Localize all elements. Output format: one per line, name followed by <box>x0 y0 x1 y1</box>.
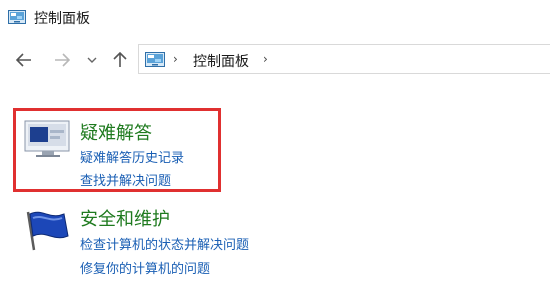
control-panel-icon <box>145 52 165 67</box>
breadcrumb-control-panel[interactable]: 控制面板 <box>193 51 249 71</box>
breadcrumb-separator-icon[interactable]: › <box>263 52 268 66</box>
chevron-down-icon[interactable] <box>84 50 100 70</box>
breadcrumb-separator-icon[interactable]: › <box>173 52 178 66</box>
troubleshooting-history-link[interactable]: 疑难解答历史记录 <box>80 147 184 166</box>
address-bar[interactable]: › 控制面板 › <box>138 44 550 74</box>
window-title: 控制面板 <box>34 11 90 27</box>
check-computer-status-link[interactable]: 检查计算机的状态并解决问题 <box>80 234 249 253</box>
security-flag-icon[interactable] <box>24 208 70 256</box>
find-and-fix-problems-link[interactable]: 查找并解决问题 <box>80 170 171 189</box>
troubleshooting-title[interactable]: 疑难解答 <box>80 119 152 145</box>
fix-computer-problems-link[interactable]: 修复你的计算机的问题 <box>80 258 210 277</box>
troubleshooting-icon[interactable] <box>24 118 72 162</box>
arrow-right-icon[interactable] <box>52 50 72 70</box>
navigation-bar: › 控制面板 › <box>0 40 550 80</box>
arrow-left-icon[interactable] <box>14 50 34 70</box>
arrow-up-icon[interactable] <box>110 50 130 70</box>
title-bar: 控制面板 <box>0 0 550 34</box>
security-maintenance-title[interactable]: 安全和维护 <box>80 205 170 231</box>
control-panel-icon <box>8 9 26 24</box>
